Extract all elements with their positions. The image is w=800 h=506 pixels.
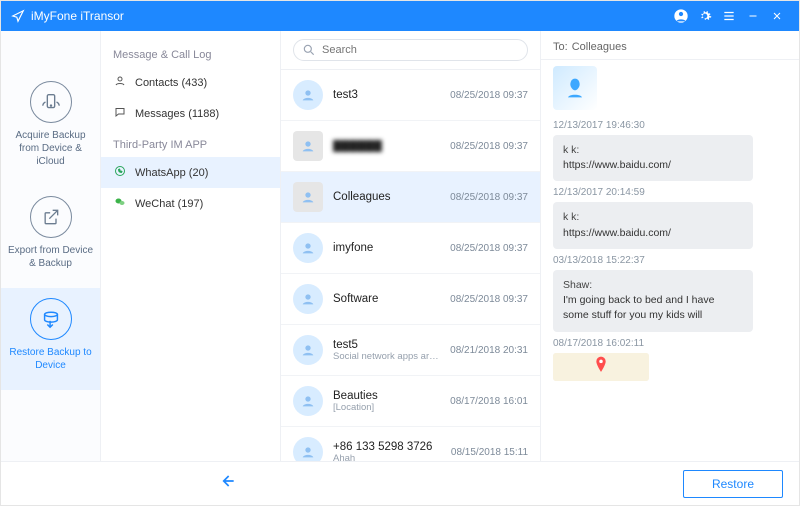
back-button[interactable]	[217, 471, 237, 496]
cat-label: WhatsApp (20)	[135, 167, 208, 179]
cat-group-msg: Message & Call Log	[101, 39, 280, 67]
thread-date: 08/25/2018 09:37	[450, 90, 528, 101]
messages-icon	[113, 106, 127, 121]
thread-name: test5	[333, 339, 440, 351]
search-icon	[302, 43, 316, 57]
thread-date: 08/15/2018 15:11	[451, 447, 528, 458]
cat-whatsapp[interactable]: WhatsApp (20)	[101, 157, 280, 188]
category-column: Message & Call Log Contacts (433) Messag…	[101, 31, 281, 461]
avatar	[293, 233, 323, 263]
nav-label: Restore Backup to Device	[5, 346, 96, 372]
thread-date: 08/17/2018 16:01	[450, 396, 528, 407]
avatar	[293, 80, 323, 110]
app-logo-icon	[11, 9, 25, 23]
settings-icon[interactable]	[693, 9, 717, 23]
menu-icon[interactable]	[717, 9, 741, 23]
wechat-icon	[113, 196, 127, 211]
thread-date: 08/25/2018 09:37	[450, 141, 528, 152]
thread-preview: Ahah	[333, 453, 441, 462]
conversation-column: To: Colleagues 12/13/2017 19:46:30k k:ht…	[541, 31, 799, 461]
conversation-avatar	[553, 66, 597, 110]
message-body: https://www.baidu.com/	[563, 226, 743, 241]
avatar	[293, 182, 323, 212]
restore-button[interactable]: Restore	[683, 470, 783, 498]
message-from: k k:	[563, 210, 743, 225]
cat-wechat[interactable]: WeChat (197)	[101, 188, 280, 219]
app-title: iMyFone iTransor	[31, 9, 669, 23]
cat-label: Contacts (433)	[135, 77, 207, 89]
message-time: 03/13/2018 15:22:37	[553, 255, 791, 266]
restore-icon	[30, 298, 72, 340]
close-button[interactable]	[765, 10, 789, 22]
message-from: Shaw:	[563, 278, 743, 293]
thread-row[interactable]: Colleagues 08/25/2018 09:37	[281, 172, 540, 223]
contacts-icon	[113, 75, 127, 90]
nav-acquire[interactable]: Acquire Backup from Device & iCloud	[1, 71, 100, 186]
phone-cloud-icon	[30, 81, 72, 123]
message-time: 12/13/2017 19:46:30	[553, 120, 791, 131]
cat-contacts[interactable]: Contacts (433)	[101, 67, 280, 98]
thread-row[interactable]: +86 133 5298 3726Ahah 08/15/2018 15:11	[281, 427, 540, 461]
conversation-header: To: Colleagues	[541, 31, 799, 60]
thread-row[interactable]: test5Social network apps are playing... 0…	[281, 325, 540, 376]
account-icon[interactable]	[669, 8, 693, 24]
avatar	[293, 335, 323, 365]
thread-date: 08/25/2018 09:37	[450, 294, 528, 305]
thread-preview: [Location]	[333, 402, 440, 413]
message-bubble: k k:https://www.baidu.com/	[553, 135, 753, 181]
thread-name: Software	[333, 293, 440, 305]
message-time: 12/13/2017 20:14:59	[553, 187, 791, 198]
message-body: I'm going back to bed and I have some st…	[563, 293, 743, 323]
message-from: k k:	[563, 143, 743, 158]
to-label: To:	[553, 41, 568, 53]
thread-name: +86 133 5298 3726	[333, 441, 441, 453]
thread-list: test3 08/25/2018 09:37 ██████ 08/25/2018 09…	[281, 70, 540, 461]
thread-row[interactable]: test3 08/25/2018 09:37	[281, 70, 540, 121]
thread-name: ██████	[333, 140, 440, 152]
minimize-button[interactable]	[741, 10, 765, 22]
nav-label: Acquire Backup from Device & iCloud	[5, 129, 96, 168]
search-input[interactable]	[293, 39, 528, 61]
footer-bar: Restore	[1, 461, 799, 505]
main-area: Acquire Backup from Device & iCloud Expo…	[1, 31, 799, 461]
thread-date: 08/25/2018 09:37	[450, 192, 528, 203]
thread-row[interactable]: Software 08/25/2018 09:37	[281, 274, 540, 325]
avatar	[293, 386, 323, 416]
thread-preview: Social network apps are playing...	[333, 351, 440, 362]
thread-date: 08/21/2018 20:31	[450, 345, 528, 356]
message-bubble: k k:https://www.baidu.com/	[553, 202, 753, 248]
whatsapp-icon	[113, 165, 127, 180]
message-bubble: Shaw:I'm going back to bed and I have so…	[553, 270, 753, 332]
avatar	[293, 437, 323, 461]
thread-row[interactable]: ██████ 08/25/2018 09:37	[281, 121, 540, 172]
to-name: Colleagues	[572, 41, 627, 53]
message-scroll[interactable]: 12/13/2017 19:46:30k k:https://www.baidu…	[541, 60, 799, 461]
map-attachment[interactable]	[553, 353, 649, 381]
thread-row[interactable]: imyfone 08/25/2018 09:37	[281, 223, 540, 274]
thread-name: test3	[333, 89, 440, 101]
message-body: https://www.baidu.com/	[563, 158, 743, 173]
avatar	[293, 284, 323, 314]
cat-messages[interactable]: Messages (1188)	[101, 98, 280, 129]
nav-label: Export from Device & Backup	[5, 244, 96, 270]
cat-label: Messages (1188)	[135, 108, 219, 120]
nav-restore[interactable]: Restore Backup to Device	[1, 288, 100, 390]
map-pin-icon	[594, 355, 608, 380]
search-wrap	[281, 31, 540, 70]
cat-label: WeChat (197)	[135, 198, 203, 210]
avatar	[293, 131, 323, 161]
thread-row[interactable]: Beauties[Location] 08/17/2018 16:01	[281, 376, 540, 427]
thread-name: Colleagues	[333, 191, 440, 203]
cat-group-im: Third-Party IM APP	[101, 129, 280, 157]
thread-date: 08/25/2018 09:37	[450, 243, 528, 254]
thread-name: Beauties	[333, 390, 440, 402]
left-nav: Acquire Backup from Device & iCloud Expo…	[1, 31, 101, 461]
nav-export[interactable]: Export from Device & Backup	[1, 186, 100, 288]
title-bar: iMyFone iTransor	[1, 1, 799, 31]
thread-name: imyfone	[333, 242, 440, 254]
thread-column: test3 08/25/2018 09:37 ██████ 08/25/2018 09…	[281, 31, 541, 461]
export-icon	[30, 196, 72, 238]
message-time: 08/17/2018 16:02:11	[553, 338, 791, 349]
